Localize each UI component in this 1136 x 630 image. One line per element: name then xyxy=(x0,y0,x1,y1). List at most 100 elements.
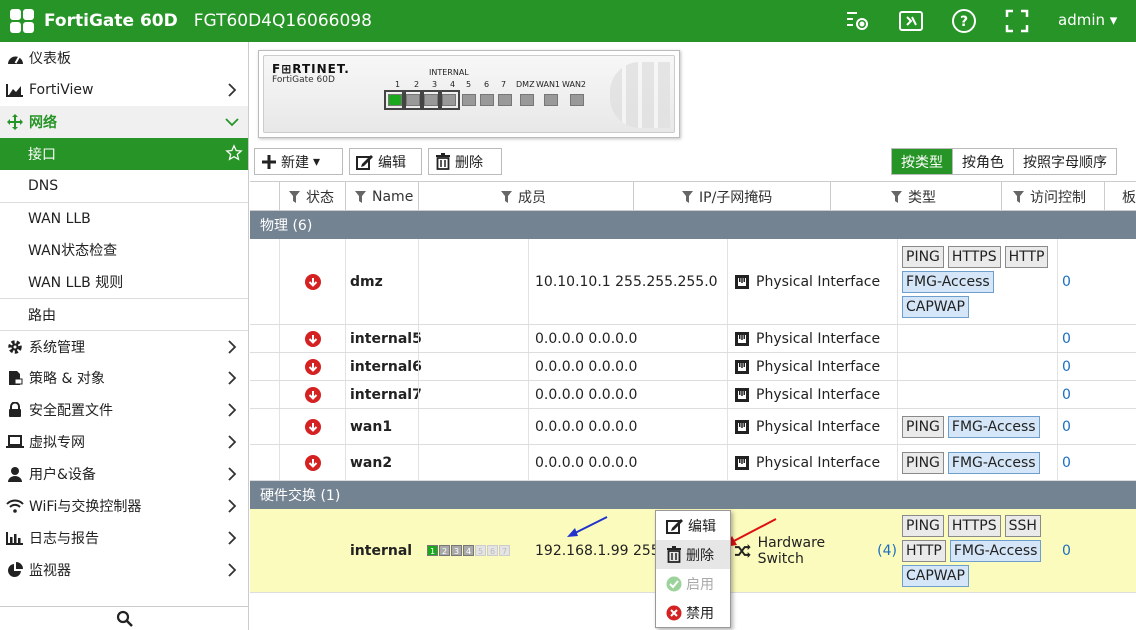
port-4[interactable] xyxy=(438,90,460,110)
sidebar-subitem-wan-status-check[interactable]: WAN状态检查 xyxy=(0,234,248,266)
column-header-ip[interactable]: IP/子网掩码 xyxy=(633,182,830,212)
group-header-physical[interactable]: 物理 (6) xyxy=(250,211,1136,239)
sidebar-item-system[interactable]: 系统管理 xyxy=(0,330,248,362)
port-5[interactable] xyxy=(462,94,476,106)
type-cell: Physical Interface xyxy=(727,409,897,444)
sidebar-item-label: 虚拟专网 xyxy=(29,435,85,451)
view-by-type-button[interactable]: 按类型 xyxy=(892,149,952,174)
ref-count[interactable]: 0 xyxy=(1057,409,1136,444)
context-delete[interactable]: 删除 xyxy=(656,540,730,569)
context-menu: 编辑 删除 启用 禁用 xyxy=(655,510,731,628)
port-label: 2 xyxy=(414,80,420,89)
edit-icon xyxy=(666,518,683,534)
sidebar-search[interactable] xyxy=(0,606,249,630)
ip-cell: 0.0.0.0 0.0.0.0 xyxy=(528,409,727,444)
sidebar-subitem-dns[interactable]: DNS xyxy=(0,170,248,202)
fortinet-logo-icon[interactable] xyxy=(10,9,34,33)
cli-console-icon[interactable] xyxy=(845,8,871,34)
admin-label: admin xyxy=(1058,11,1105,29)
sidebar-subitem-wan-llb[interactable]: WAN LLB xyxy=(0,202,248,234)
caret-down-icon: ▾ xyxy=(313,153,321,170)
sidebar-item-wifi-switch[interactable]: WiFi与交换控制器 xyxy=(0,490,248,522)
table-row[interactable]: wan2 0.0.0.0 0.0.0.0 Physical Interface … xyxy=(250,445,1136,481)
context-disable[interactable]: 禁用 xyxy=(656,598,730,627)
status-cell xyxy=(279,325,345,352)
chevron-right-icon xyxy=(228,340,237,354)
context-enable[interactable]: 启用 xyxy=(656,569,730,598)
fullscreen-console-icon[interactable] xyxy=(898,8,924,34)
sidebar-item-dashboard[interactable]: 仪表板 xyxy=(0,42,248,74)
admin-menu[interactable]: admin ▾ xyxy=(1058,11,1117,29)
sidebar-subitem-interfaces[interactable]: 接口 xyxy=(0,138,248,170)
ref-count[interactable]: 0 xyxy=(1057,509,1136,592)
sidebar-item-policy-objects[interactable]: 策略 & 对象 xyxy=(0,362,248,394)
member-port: 2 xyxy=(439,545,450,556)
member-port: 6 xyxy=(487,545,498,556)
sidebar-subitem-routing[interactable]: 路由 xyxy=(0,298,248,330)
access-tag: FMG-Access xyxy=(947,451,1040,474)
interface-name[interactable]: internal xyxy=(345,509,418,592)
port-2[interactable] xyxy=(402,90,424,110)
column-header-ref[interactable]: 板 xyxy=(1104,182,1136,212)
interface-name[interactable]: internal6 xyxy=(345,353,422,380)
view-alphabetical-button[interactable]: 按照字母顺序 xyxy=(1013,149,1116,174)
port-dmz[interactable] xyxy=(520,94,534,106)
table-row[interactable]: internal7 0.0.0.0 0.0.0.0 Physical Inter… xyxy=(250,381,1136,409)
fortiview-icon xyxy=(6,81,24,99)
sidebar-item-vpn[interactable]: 虚拟专网 xyxy=(0,426,248,458)
ref-count[interactable]: 0 xyxy=(1057,381,1136,408)
port-7[interactable] xyxy=(498,94,512,106)
star-icon[interactable] xyxy=(225,144,243,162)
sidebar-item-label: FortiView xyxy=(29,82,94,98)
delete-button[interactable]: 删除 xyxy=(428,148,502,175)
interface-name[interactable]: internal5 xyxy=(345,325,422,352)
member-count[interactable]: (4) xyxy=(877,543,897,559)
port-1[interactable] xyxy=(384,90,406,110)
column-header-name[interactable]: Name xyxy=(345,182,418,212)
column-header-access[interactable]: 访问控制 xyxy=(1001,182,1104,212)
svg-text:?: ? xyxy=(960,14,968,30)
interface-name[interactable]: wan2 xyxy=(345,445,418,480)
port-wan1[interactable] xyxy=(544,94,558,106)
table-row[interactable]: wan1 0.0.0.0 0.0.0.0 Physical Interface … xyxy=(250,409,1136,445)
faceplate-vent-decoration xyxy=(610,62,670,128)
sidebar-item-log-report[interactable]: 日志与报告 xyxy=(0,522,248,554)
sidebar-item-label: 策略 & 对象 xyxy=(29,371,105,387)
sidebar-subitem-wan-llb-rules[interactable]: WAN LLB 规则 xyxy=(0,266,248,298)
table-row[interactable]: internal5 0.0.0.0 0.0.0.0 Physical Inter… xyxy=(250,325,1136,353)
new-button[interactable]: 新建 ▾ xyxy=(254,148,343,175)
sidebar-item-security-profiles[interactable]: 安全配置文件 xyxy=(0,394,248,426)
sidebar-item-user-device[interactable]: 用户&设备 xyxy=(0,458,248,490)
expand-icon[interactable] xyxy=(1004,8,1030,34)
column-header-type[interactable]: 类型 xyxy=(830,182,1001,212)
group-header-hardware-switch[interactable]: 硬件交换 (1) xyxy=(250,481,1136,509)
sidebar-item-monitor[interactable]: 监视器 xyxy=(0,554,248,586)
chevron-right-icon xyxy=(228,499,237,513)
sidebar-item-network[interactable]: 网络 xyxy=(0,106,248,138)
members-cell xyxy=(418,239,528,324)
interface-name[interactable]: wan1 xyxy=(345,409,418,444)
port-6[interactable] xyxy=(480,94,494,106)
sidebar-item-fortiview[interactable]: FortiView xyxy=(0,74,248,106)
chevron-right-icon xyxy=(228,435,237,449)
interface-name[interactable]: dmz xyxy=(345,239,418,324)
ref-count[interactable]: 0 xyxy=(1057,325,1136,352)
chevron-right-icon xyxy=(228,563,237,577)
edit-button[interactable]: 编辑 xyxy=(349,148,422,175)
table-row[interactable]: internal6 0.0.0.0 0.0.0.0 Physical Inter… xyxy=(250,353,1136,381)
ref-count[interactable]: 0 xyxy=(1057,239,1136,324)
column-header-members[interactable]: 成员 xyxy=(418,182,633,212)
members-cell xyxy=(418,445,528,480)
port-3[interactable] xyxy=(420,90,442,110)
table-row[interactable]: dmz 10.10.10.1 255.255.255.0 Physical In… xyxy=(250,239,1136,325)
port-wan2[interactable] xyxy=(570,94,584,106)
members-cell xyxy=(418,409,528,444)
type-label: Physical Interface xyxy=(756,273,881,290)
ref-count[interactable]: 0 xyxy=(1057,353,1136,380)
ref-count[interactable]: 0 xyxy=(1057,445,1136,480)
context-edit[interactable]: 编辑 xyxy=(656,511,730,540)
help-icon[interactable]: ? xyxy=(951,8,977,34)
interface-name[interactable]: internal7 xyxy=(345,381,422,408)
column-header-status[interactable]: 状态 xyxy=(279,182,345,212)
view-by-role-button[interactable]: 按角色 xyxy=(952,149,1013,174)
